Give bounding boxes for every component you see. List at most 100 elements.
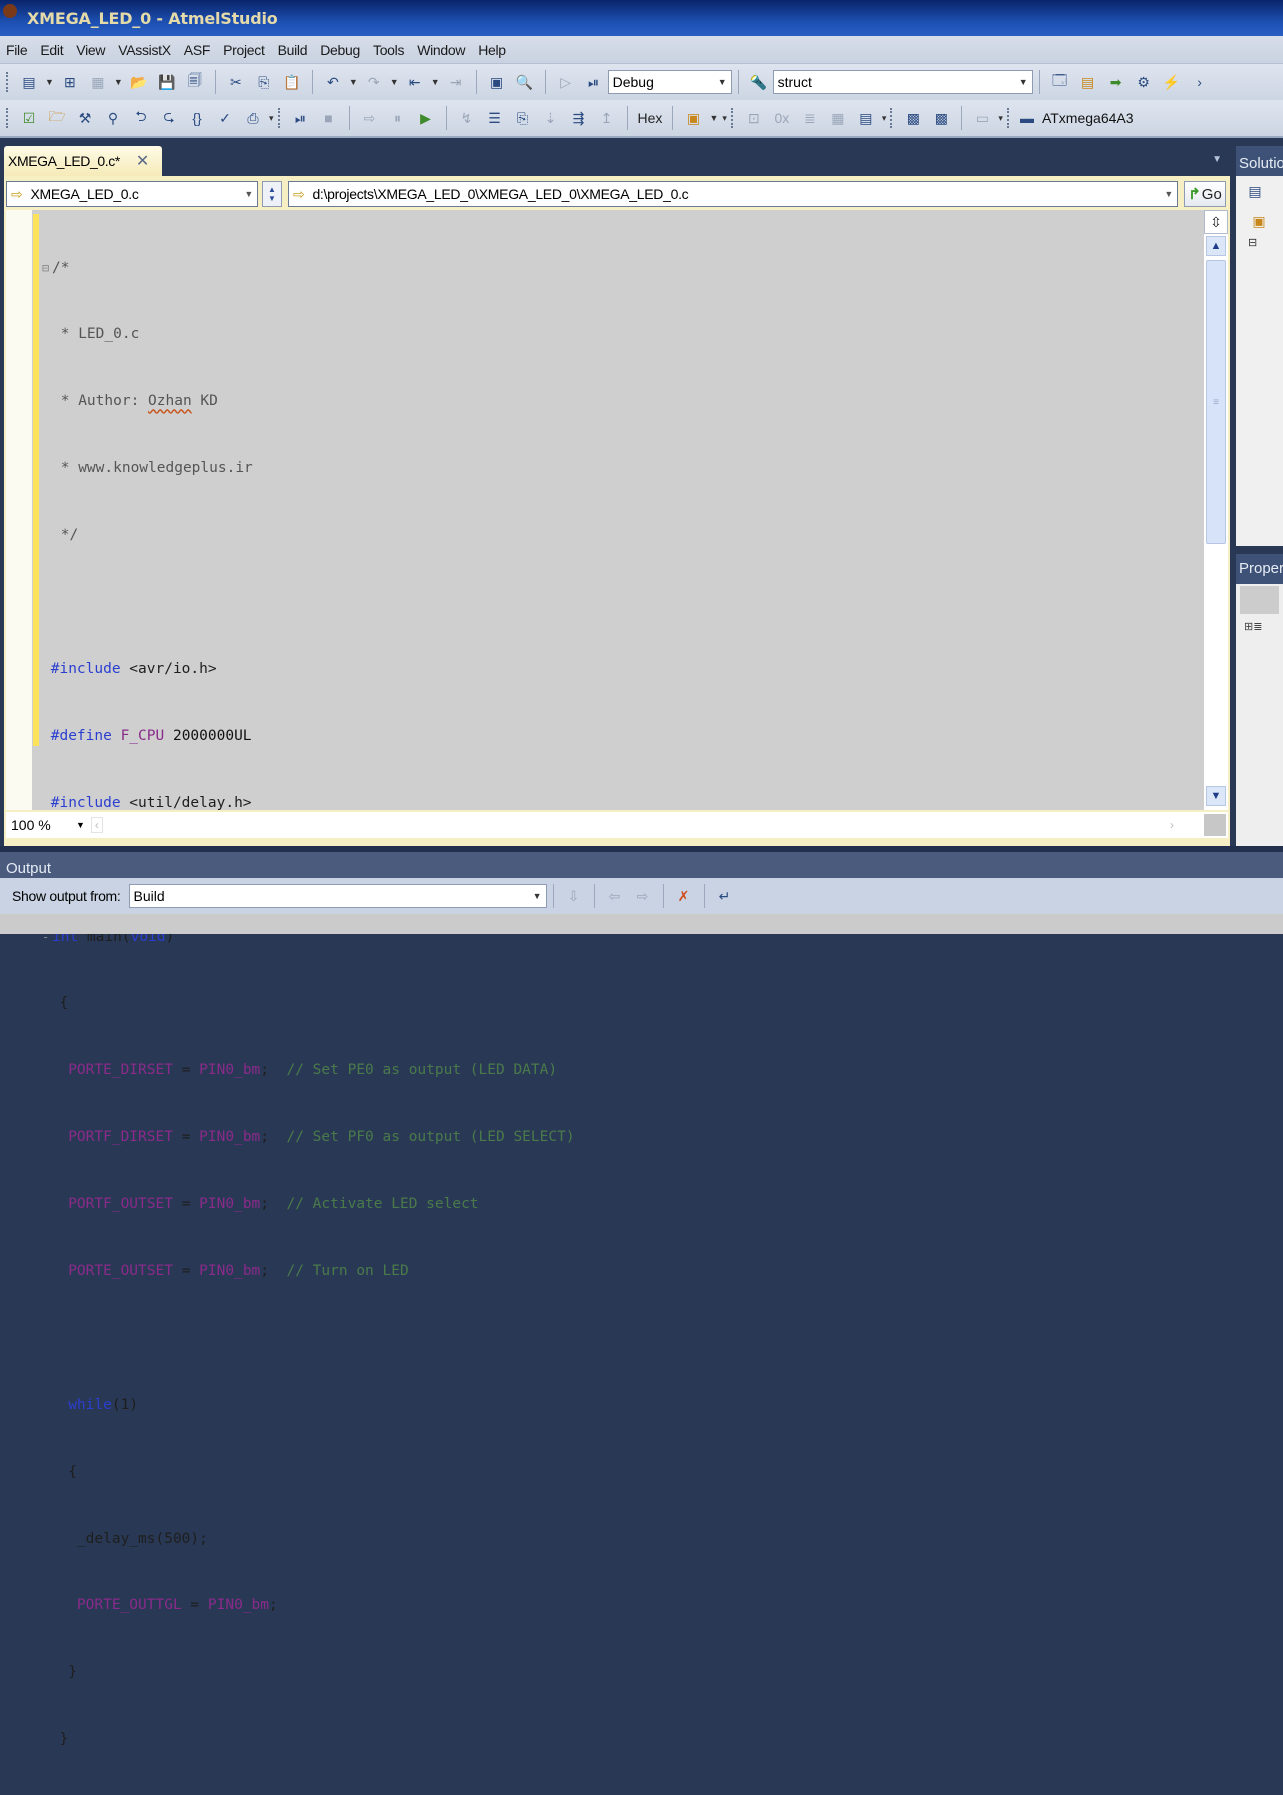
scroll-left-icon[interactable]: ‹ xyxy=(90,817,103,833)
chevron-down-icon[interactable]: ▼ xyxy=(268,194,276,203)
cut-icon[interactable]: ✂ xyxy=(225,71,247,93)
io-view-icon[interactable]: ▤ xyxy=(855,107,877,129)
paste-history-icon[interactable]: ⎙ xyxy=(242,107,264,129)
step-into-icon[interactable]: ↯ xyxy=(456,107,478,129)
output-text-area[interactable] xyxy=(0,914,1283,934)
copy-icon[interactable]: ⎘ xyxy=(253,71,275,93)
start-without-debugging-icon[interactable]: ▷ xyxy=(555,71,577,93)
stop-debugging-icon[interactable]: ■ xyxy=(318,107,340,129)
new-project-icon[interactable]: ▤ xyxy=(18,71,40,93)
code-text[interactable]: ⊟/* * LED_0.c * Author: Ozhan KD * www.k… xyxy=(42,212,575,1795)
tool-settings-icon[interactable]: ▭ xyxy=(971,107,993,129)
dropdown-arrow-icon[interactable]: ▼ xyxy=(349,77,358,87)
properties-object-combo[interactable] xyxy=(1240,586,1279,614)
step-out-icon[interactable]: ⎘ xyxy=(512,107,534,129)
properties-icon[interactable]: ▤ xyxy=(1244,180,1266,202)
scope-spinner[interactable]: ▲ ▼ xyxy=(262,181,282,207)
paste-icon[interactable]: 📋 xyxy=(281,71,303,93)
dropdown-arrow-icon[interactable]: ▼ xyxy=(114,77,123,87)
toolbar-grip[interactable] xyxy=(277,108,281,128)
clear-all-icon[interactable]: ✗ xyxy=(673,885,695,907)
hex-display-toggle[interactable]: Hex xyxy=(634,110,667,126)
tab-xmega-led-0-c[interactable]: XMEGA_LED_0.c* ✕ xyxy=(4,146,162,176)
run-to-cursor-icon[interactable]: ⇣ xyxy=(540,107,562,129)
device-pack-icon[interactable]: ▩ xyxy=(930,107,952,129)
file-scope-combo[interactable]: ⇨ XMEGA_LED_0.c ▼ xyxy=(6,181,258,207)
show-next-statement-icon[interactable]: ⇨ xyxy=(359,107,381,129)
menu-edit[interactable]: Edit xyxy=(34,42,70,58)
close-icon[interactable]: ✕ xyxy=(136,151,149,171)
find-combo[interactable]: struct ▼ xyxy=(772,70,1033,94)
spell-check-icon[interactable]: ✓ xyxy=(214,107,236,129)
go-button[interactable]: ↱ Go xyxy=(1184,181,1226,207)
dropdown-arrow-icon[interactable]: ▼ xyxy=(431,77,440,87)
menu-build[interactable]: Build xyxy=(272,42,315,58)
menu-help[interactable]: Help xyxy=(472,42,513,58)
scroll-up-icon[interactable]: ▲ xyxy=(1206,236,1226,256)
active-files-dropdown-icon[interactable]: ▼ xyxy=(1212,154,1222,165)
break-all-icon[interactable]: ⏸ xyxy=(387,107,409,129)
next-message-icon[interactable]: ⇨ xyxy=(632,885,654,907)
toolbar-overflow-icon[interactable]: ▾ xyxy=(998,113,1003,124)
collapse-icon[interactable]: ⊟ xyxy=(42,257,52,279)
step-over-icon[interactable]: ☰ xyxy=(484,107,506,129)
more-tools-icon[interactable]: › xyxy=(1189,71,1211,93)
project-icon[interactable]: ▣ xyxy=(1248,210,1270,232)
output-source-combo[interactable]: Build ▼ xyxy=(128,884,547,908)
solution-configurations-icon[interactable]: ▣ xyxy=(486,71,508,93)
menu-window[interactable]: Window xyxy=(411,42,472,58)
previous-message-icon[interactable]: ⇦ xyxy=(604,885,626,907)
find-message-icon[interactable]: ⇩ xyxy=(563,885,585,907)
bookmark-next-icon[interactable]: ⮎ xyxy=(158,107,180,129)
redo-icon[interactable]: ↷ xyxy=(363,71,385,93)
properties-window-icon[interactable]: ▤ xyxy=(1077,71,1099,93)
toolbar-grip[interactable] xyxy=(1006,108,1010,128)
watch-window-icon[interactable]: ⊡ xyxy=(743,107,765,129)
configuration-combo[interactable]: Debug ▼ xyxy=(607,70,732,94)
solution-explorer-icon[interactable]: 🗔 xyxy=(1049,71,1071,93)
chevron-up-icon[interactable]: ▲ xyxy=(268,185,276,194)
memory-window-icon[interactable]: 0x xyxy=(771,107,793,129)
dropdown-arrow-icon[interactable]: ▼ xyxy=(709,113,718,123)
processor-window-icon[interactable]: ▦ xyxy=(827,107,849,129)
object-browser-icon[interactable]: ➡ xyxy=(1105,71,1127,93)
open-folder-icon[interactable]: 🗁 xyxy=(46,107,68,129)
toolbar-overflow-icon[interactable]: ▾ xyxy=(882,113,887,124)
save-icon[interactable]: 💾 xyxy=(156,71,178,93)
breakpoints-window-icon[interactable]: ▣ xyxy=(682,107,704,129)
menu-tools[interactable]: Tools xyxy=(367,42,411,58)
toolbar-grip[interactable] xyxy=(6,108,9,128)
open-file-icon[interactable]: 📂 xyxy=(128,71,150,93)
code-snippet-icon[interactable]: {} xyxy=(186,107,208,129)
menu-asf[interactable]: ASF xyxy=(178,42,217,58)
collapse-tree-icon[interactable]: ⊟ xyxy=(1248,236,1283,249)
task-list-icon[interactable]: ☑ xyxy=(18,107,40,129)
bookmark-prev-icon[interactable]: ⮌ xyxy=(130,107,152,129)
toolbar-overflow-icon[interactable]: ▾ xyxy=(269,113,274,124)
menu-debug[interactable]: Debug xyxy=(314,42,367,58)
code-editor[interactable]: ⊟/* * LED_0.c * Author: Ozhan KD * www.k… xyxy=(6,210,1204,1747)
step-up-icon[interactable]: ↥ xyxy=(596,107,618,129)
registers-window-icon[interactable]: ≣ xyxy=(799,107,821,129)
toolbar-grip[interactable] xyxy=(890,108,893,128)
start-debugging-icon[interactable]: ⏯ xyxy=(290,107,312,129)
chevron-down-icon[interactable]: ▼ xyxy=(76,820,85,830)
toolbar-grip[interactable] xyxy=(730,108,734,128)
scroll-right-icon[interactable]: › xyxy=(1170,818,1174,832)
undo-icon[interactable]: ↶ xyxy=(322,71,344,93)
menu-project[interactable]: Project xyxy=(217,42,271,58)
save-all-icon[interactable]: 🗐 xyxy=(184,71,206,93)
start-debugging-break-icon[interactable]: ⏯ xyxy=(583,71,605,93)
toolbar-grip[interactable] xyxy=(6,72,9,92)
zoom-level[interactable]: 100 % xyxy=(6,817,76,833)
find-icon[interactable]: 🔦 xyxy=(748,71,770,93)
menu-view[interactable]: View xyxy=(70,42,112,58)
toolbar-overflow-icon[interactable]: ▾ xyxy=(722,113,727,124)
vertical-scrollbar[interactable]: ⇳ ▲ ≡ ▼ xyxy=(1204,210,1228,810)
navigate-backward-icon[interactable]: ⇤ xyxy=(404,71,426,93)
menu-file[interactable]: File xyxy=(0,42,34,58)
device-selector[interactable]: ATxmega64A3 xyxy=(1042,110,1134,126)
scroll-down-icon[interactable]: ▼ xyxy=(1206,786,1226,806)
navigate-forward-icon[interactable]: ⇥ xyxy=(445,71,467,93)
path-combo[interactable]: ⇨ d:\projects\XMEGA_LED_0\XMEGA_LED_0\XM… xyxy=(288,181,1178,207)
